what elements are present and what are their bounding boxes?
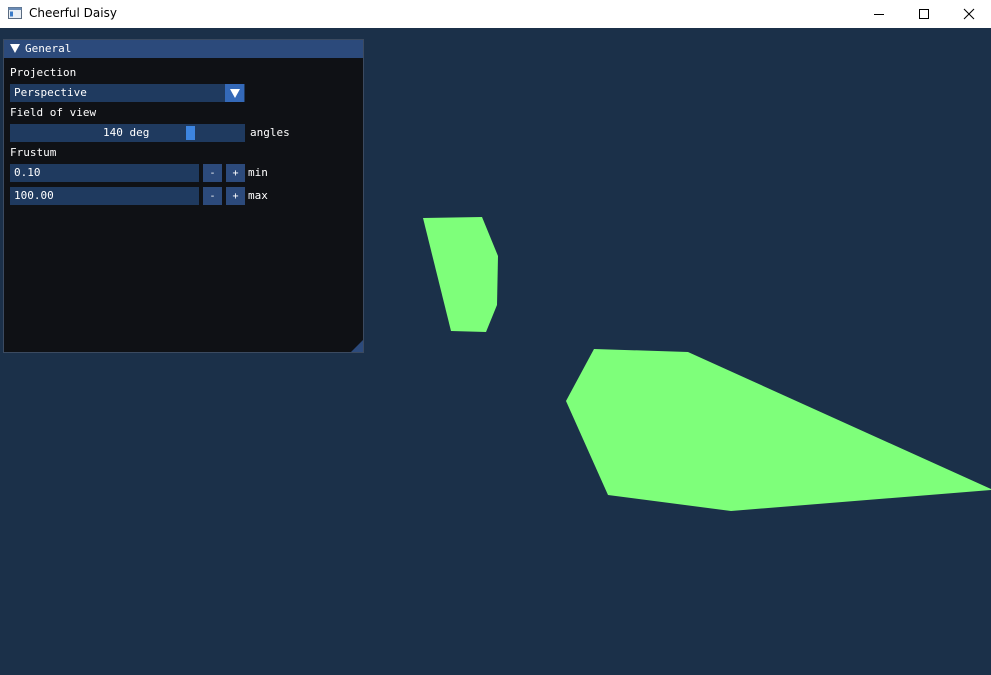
frustum-max-increment-button[interactable]: + [226,187,245,205]
minus-icon: - [209,167,216,179]
resize-grip-icon[interactable] [351,340,363,352]
frustum-max-input[interactable]: 100.00 [10,187,199,205]
green-polygon-large [566,349,991,511]
combo-dropdown-button[interactable] [225,84,244,102]
projection-combo[interactable]: Perspective [10,84,245,102]
frustum-min-value: 0.10 [14,166,41,179]
plus-icon: + [232,190,239,202]
plus-icon: + [232,167,239,179]
minimize-button[interactable] [856,0,901,28]
window-title: Cheerful Daisy [29,6,117,20]
maximize-button[interactable] [901,0,946,28]
fov-value-text: 140 deg [103,126,150,139]
window-title-bar[interactable]: Cheerful Daisy [0,0,991,28]
frustum-min-increment-button[interactable]: + [226,164,245,182]
panel-title: General [25,42,72,55]
collapse-arrow-icon[interactable] [10,44,20,53]
frustum-min-input[interactable]: 0.10 [10,164,199,182]
frustum-max-decrement-button[interactable]: - [203,187,222,205]
maximize-icon [918,9,929,19]
projection-label: Projection [10,66,77,79]
fov-label: Field of view [10,106,97,119]
frustum-max-value: 100.00 [14,189,54,202]
close-button[interactable] [946,0,991,28]
projection-selected: Perspective [14,86,87,99]
frustum-min-label: min [248,166,268,179]
frustum-max-label: max [248,189,268,202]
panel-header[interactable]: General [4,40,363,58]
close-icon [963,8,974,20]
general-panel: General Projection Perspective Field of … [3,39,364,353]
green-polygon-small [423,217,498,332]
minimize-icon [873,14,884,15]
frustum-min-decrement-button[interactable]: - [203,164,222,182]
minus-icon: - [209,190,216,202]
app-window-icon [8,7,22,19]
chevron-down-icon [230,89,240,98]
frustum-label: Frustum [10,146,57,159]
fov-slider[interactable]: 140 deg [10,124,245,142]
fov-suffix-label: angles [250,126,290,139]
fov-slider-handle[interactable] [186,126,195,140]
